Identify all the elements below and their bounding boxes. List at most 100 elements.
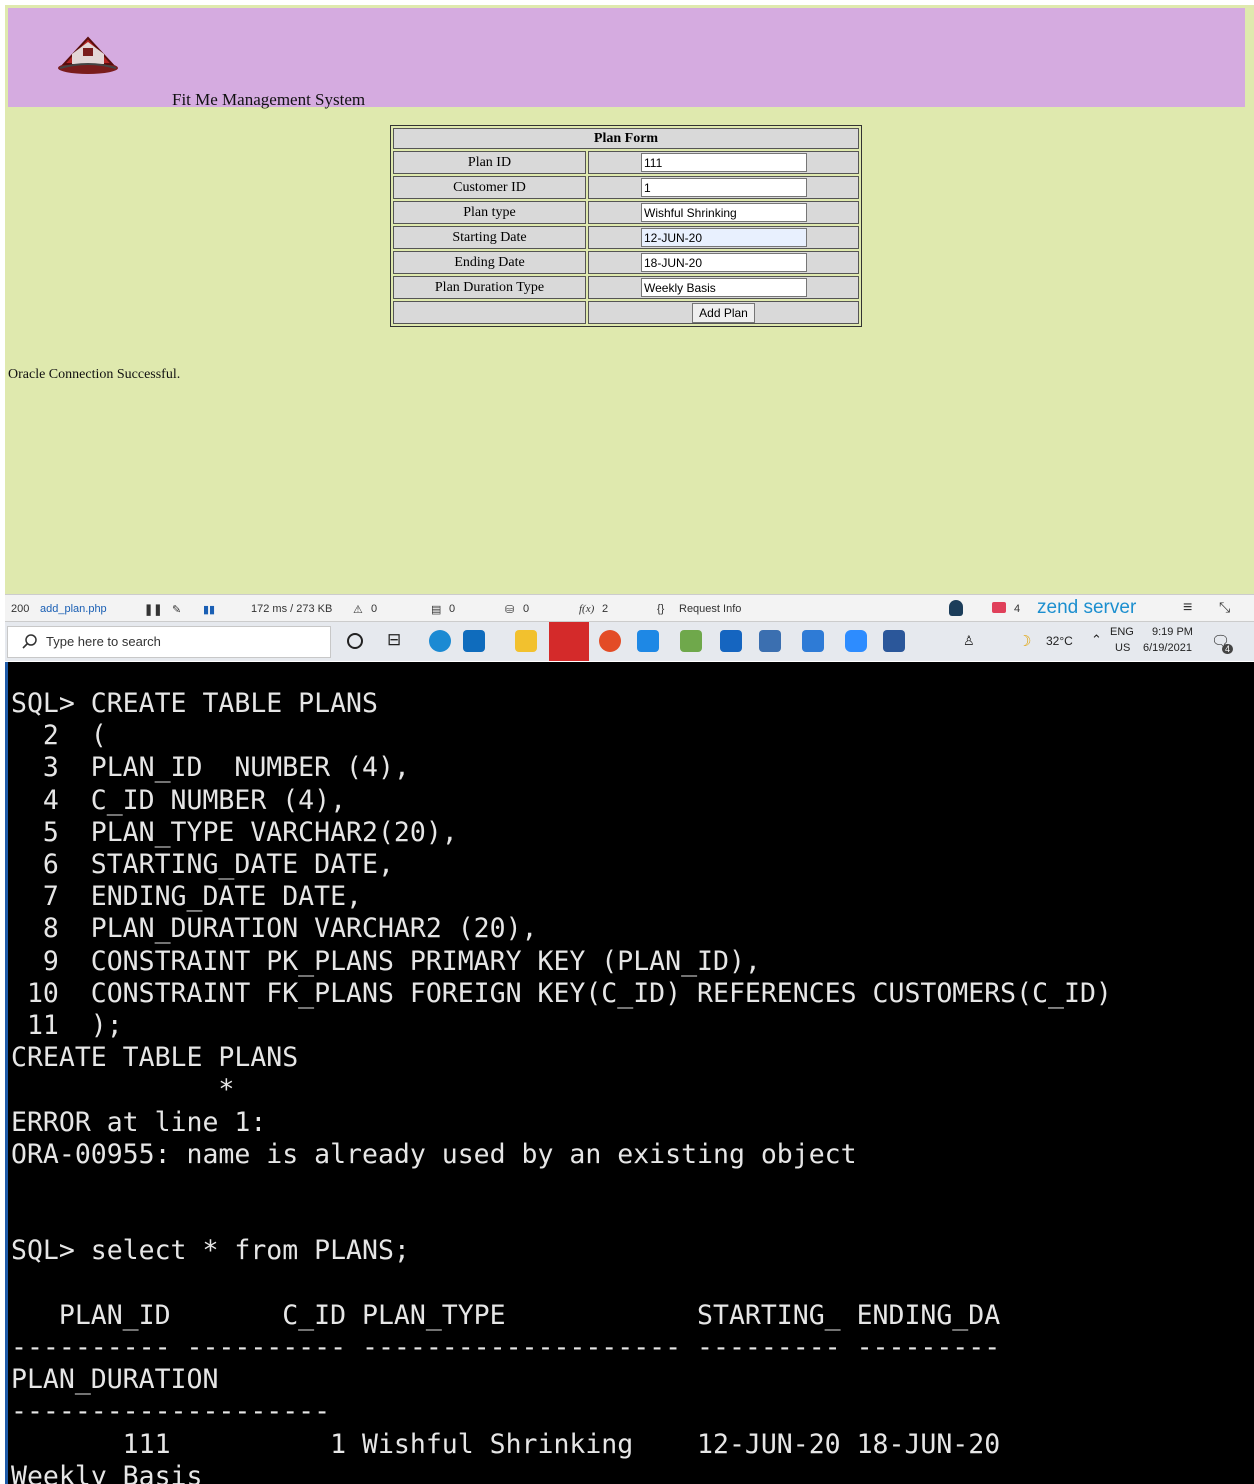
robot-icon[interactable] [949, 600, 963, 616]
customer-id-label: Customer ID [393, 176, 586, 199]
weather-temp[interactable]: 32°C [1046, 634, 1073, 648]
form-row-ending-date: Ending Date [393, 251, 859, 274]
function-count[interactable]: 2 [602, 603, 608, 615]
terminal-line: ORA-00955: name is already used by an ex… [11, 1138, 857, 1170]
ending-date-input[interactable] [641, 253, 807, 272]
warning-icon: ⚠ [353, 604, 363, 616]
terminal-line: 6 STARTING_DATE DATE, [11, 849, 394, 881]
people-icon[interactable]: ♙ [963, 633, 975, 649]
braces-icon: {} [657, 603, 665, 615]
plan-form: Plan Form Plan ID Customer ID Plan type … [390, 125, 862, 327]
plan-id-input[interactable] [641, 153, 807, 172]
plan-type-input[interactable] [641, 203, 807, 222]
zoom-icon[interactable] [845, 630, 867, 652]
photos-icon[interactable] [802, 630, 824, 652]
lang-top[interactable]: ENG [1110, 626, 1134, 638]
word-icon[interactable] [883, 630, 905, 652]
notification-badge: 4 [1222, 644, 1234, 654]
form-row-plan-duration: Plan Duration Type [393, 276, 859, 299]
terminal-line: 9 CONSTRAINT PK_PLANS PRIMARY KEY (PLAN_… [11, 945, 761, 977]
form-row-plan-id: Plan ID [393, 151, 859, 174]
terminal-line: PLAN_DURATION [11, 1364, 219, 1396]
plan-duration-input[interactable] [641, 278, 807, 297]
menu-icon[interactable]: ≡ [1183, 599, 1192, 617]
chat-icon [992, 602, 1006, 613]
terminal-line: SQL> CREATE TABLE PLANS [11, 688, 378, 719]
page-header: Fit Me Management System [8, 8, 1245, 109]
connection-status: Oracle Connection Successful. [8, 367, 181, 382]
chrome-icon[interactable] [599, 630, 621, 652]
form-row-submit: Add Plan [393, 301, 859, 324]
opera-icon[interactable] [549, 622, 589, 661]
terminal-line: PLAN_ID C_ID PLAN_TYPE STARTING_ ENDING_… [11, 1299, 1001, 1331]
terminal-line: 5 PLAN_TYPE VARCHAR2(20), [11, 816, 458, 848]
notification-count[interactable]: 4 [1014, 603, 1020, 615]
app-title: Fit Me Management System [172, 90, 366, 109]
collapse-icon[interactable]: ⤡ [1219, 599, 1230, 616]
plan-type-label: Plan type [393, 201, 586, 224]
terminal-line: 10 CONSTRAINT FK_PLANS FOREIGN KEY(C_ID)… [11, 977, 1112, 1009]
warning-count[interactable]: 0 [371, 603, 377, 615]
timing-readout[interactable]: 172 ms / 273 KB [251, 603, 332, 615]
db-count[interactable]: 0 [523, 603, 529, 615]
windows-taskbar: Type here to search ⊟ ♙ ☽ 32°C ⌃ ENG US … [5, 622, 1254, 661]
terminal-line: 111 1 Wishful Shrinking 12-JUN-20 18-JUN… [11, 1428, 1001, 1460]
file-explorer-icon[interactable] [515, 630, 537, 652]
browser-page: Fit Me Management System Plan Form Plan … [5, 5, 1254, 594]
plan-duration-label: Plan Duration Type [393, 276, 586, 299]
function-icon: f(x) [579, 603, 595, 615]
debug-toolbar: 200 add_plan.php ❚❚ ✎ ▮▮ 172 ms / 273 KB… [5, 594, 1254, 622]
add-plan-button[interactable]: Add Plan [692, 302, 755, 323]
lang-bottom[interactable]: US [1115, 642, 1130, 654]
form-row-plan-type: Plan type [393, 201, 859, 224]
terminal-line: 8 PLAN_DURATION VARCHAR2 (20), [11, 913, 538, 945]
search-icon [22, 634, 37, 649]
log-icon: ▤ [431, 604, 442, 616]
clock-time[interactable]: 9:19 PM [1152, 626, 1193, 638]
taskbar-search[interactable]: Type here to search [7, 626, 331, 658]
plan-id-label: Plan ID [393, 151, 586, 174]
app-icon[interactable] [720, 630, 742, 652]
terminal-line: ERROR at line 1: [11, 1106, 267, 1138]
terminal-line: 11 ); [11, 1010, 123, 1042]
zend-server-logo: zend server [1037, 597, 1137, 618]
terminal-line: -------------------- [11, 1396, 331, 1428]
clock-date[interactable]: 6/19/2021 [1143, 642, 1192, 654]
bar-chart-icon: ▮▮ [203, 604, 216, 616]
terminal-line: CREATE TABLE PLANS [11, 1042, 299, 1074]
mail-icon[interactable] [463, 630, 485, 652]
form-row-starting-date: Starting Date [393, 226, 859, 249]
starting-date-label: Starting Date [393, 226, 586, 249]
sql-terminal[interactable]: SQL> CREATE TABLE PLANS 2 ( 3 PLAN_ID NU… [5, 662, 1254, 1484]
terminal-line: 4 C_ID NUMBER (4), [11, 784, 347, 816]
terminal-output: SQL> CREATE TABLE PLANS 2 ( 3 PLAN_ID NU… [11, 688, 1112, 1484]
file-link[interactable]: add_plan.php [40, 603, 107, 615]
terminal-line: Weekly Basis [11, 1460, 203, 1484]
vscode-icon[interactable] [637, 630, 659, 652]
moon-icon: ☽ [1018, 633, 1032, 650]
terminal-line: * [11, 1074, 235, 1106]
status-code: 200 [11, 603, 30, 615]
pin-icon[interactable]: ✎ [172, 603, 181, 616]
starting-date-input[interactable] [641, 228, 807, 247]
chevron-up-icon[interactable]: ⌃ [1091, 632, 1102, 648]
request-info[interactable]: Request Info [679, 603, 741, 615]
form-row-customer-id: Customer ID [393, 176, 859, 199]
search-placeholder: Type here to search [46, 634, 161, 649]
house-icon [58, 36, 118, 74]
ending-date-label: Ending Date [393, 251, 586, 274]
terminal-line: 3 PLAN_ID NUMBER (4), [11, 752, 410, 784]
terminal-line: 2 ( [11, 720, 107, 752]
terminal-line: 7 ENDING_DATE DATE, [11, 881, 362, 913]
edge-icon[interactable] [429, 630, 451, 652]
task-view-icon[interactable]: ⊟ [387, 630, 409, 652]
notepad-icon[interactable] [759, 630, 781, 652]
terminal-line: SQL> select * from PLANS; [11, 1235, 410, 1267]
form-caption: Plan Form [393, 128, 859, 149]
pause-icon[interactable]: ❚❚ [144, 603, 162, 616]
customer-id-input[interactable] [641, 178, 807, 197]
cortana-icon[interactable] [347, 633, 363, 649]
editor-icon[interactable] [680, 630, 702, 652]
log-count[interactable]: 0 [449, 603, 455, 615]
database-icon: ⛁ [505, 604, 515, 616]
